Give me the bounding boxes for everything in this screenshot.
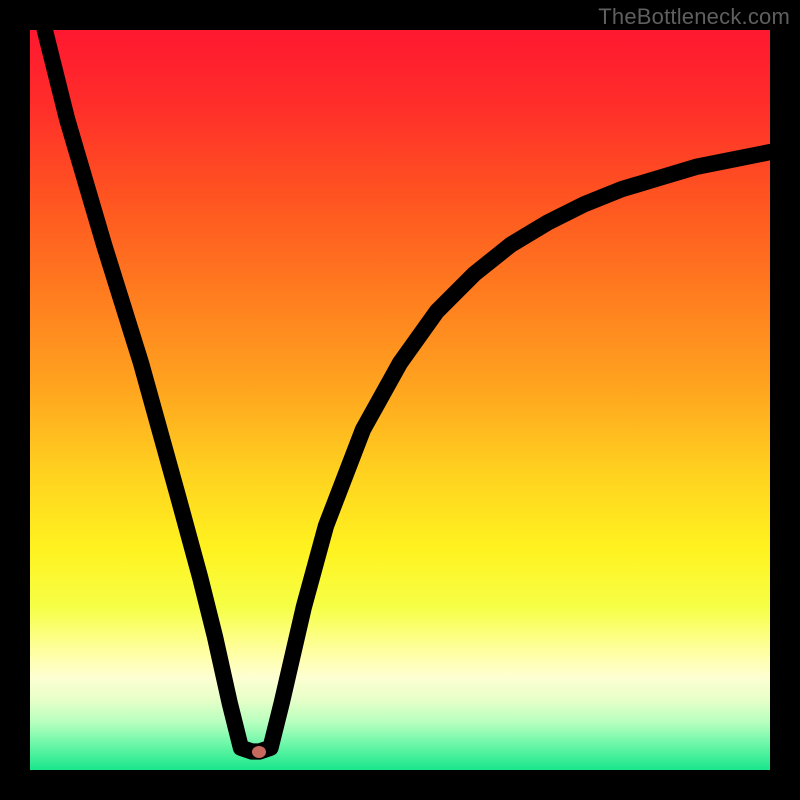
watermark-text: TheBottleneck.com	[598, 4, 790, 30]
chart-frame: TheBottleneck.com	[0, 0, 800, 800]
curve-svg	[30, 30, 770, 770]
min-point-marker	[252, 746, 266, 758]
plot-area	[30, 30, 770, 770]
bottleneck-curve	[45, 30, 770, 752]
